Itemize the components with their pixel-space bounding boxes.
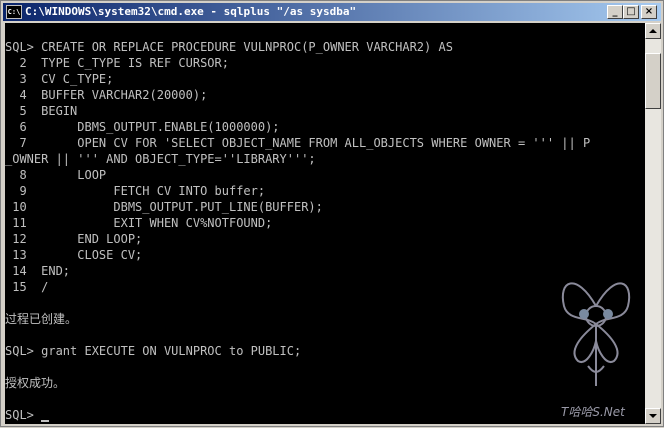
close-button[interactable]: × [641, 5, 657, 19]
console-line: 13 CLOSE CV; [5, 248, 143, 262]
console-line: 2 TYPE C_TYPE IS REF CURSOR; [5, 56, 229, 70]
console-line: 5 BEGIN [5, 104, 78, 118]
scrollbar-thumb[interactable] [645, 53, 661, 109]
title-bar[interactable]: C:\ C:\WINDOWS\system32\cmd.exe - sqlplu… [3, 3, 661, 21]
window-title: C:\WINDOWS\system32\cmd.exe - sqlplus "/… [25, 5, 357, 18]
console-line: 4 BUFFER VARCHAR2(20000); [5, 88, 208, 102]
console-output[interactable]: SQL> CREATE OR REPLACE PROCEDURE VULNPRO… [5, 23, 645, 424]
arrow-up-icon [649, 29, 657, 33]
cmd-window: C:\ C:\WINDOWS\system32\cmd.exe - sqlplu… [0, 0, 664, 427]
console-app-icon[interactable]: C:\ [6, 5, 22, 19]
console-line: SQL> grant EXECUTE ON VULNPROC to PUBLIC… [5, 344, 302, 358]
console-line: 14 END; [5, 264, 71, 278]
vertical-scrollbar[interactable] [645, 23, 661, 424]
scroll-down-button[interactable] [645, 408, 661, 424]
arrow-down-icon [649, 414, 657, 418]
text-cursor [41, 420, 50, 422]
console-line: _OWNER || ''' AND OBJECT_TYPE=''LIBRARY'… [5, 152, 316, 166]
console-line: 6 DBMS_OUTPUT.ENABLE(1000000); [5, 120, 280, 134]
console-line: 9 FETCH CV INTO buffer; [5, 184, 266, 198]
maximize-button[interactable]: □ [623, 5, 639, 19]
butterfly-logo [561, 282, 631, 386]
console-line: 3 CV C_TYPE; [5, 72, 114, 86]
console-line: 8 LOOP [5, 168, 107, 182]
console-line: 7 OPEN CV FOR 'SELECT OBJECT_NAME FROM A… [5, 136, 591, 150]
console-line: 11 EXIT WHEN CV%NOTFOUND; [5, 216, 273, 230]
console-line: SQL> [5, 407, 50, 423]
console-line: 授权成功。 [5, 376, 66, 390]
console-line: 过程已创建。 [5, 312, 78, 326]
console-line: SQL> CREATE OR REPLACE PROCEDURE VULNPRO… [5, 40, 453, 54]
scroll-up-button[interactable] [645, 23, 661, 39]
watermark-text: T哈哈S.Net [561, 405, 625, 419]
console-line: 15 / [5, 280, 49, 294]
console-line: 12 END LOOP; [5, 232, 143, 246]
minimize-button[interactable]: _ [607, 5, 623, 19]
console-line: 10 DBMS_OUTPUT.PUT_LINE(BUFFER); [5, 200, 323, 214]
